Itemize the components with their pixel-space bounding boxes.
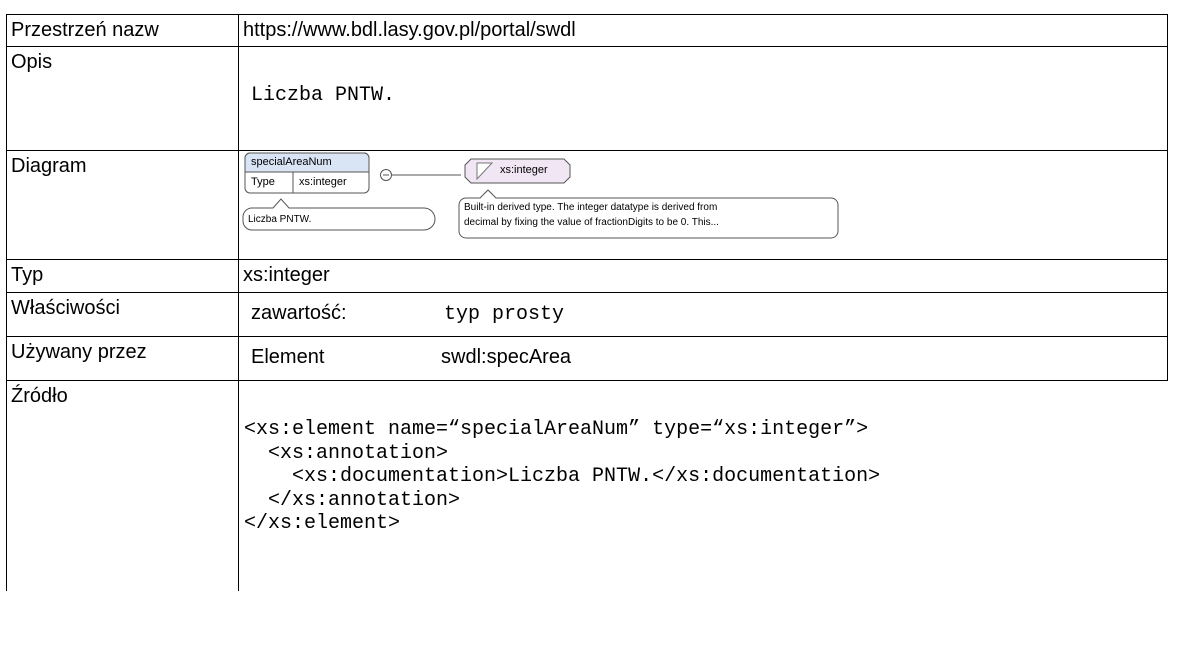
row-description: Opis Liczba PNTW. — [6, 46, 1168, 151]
element-name: specialAreaNum — [251, 156, 332, 168]
used-by-entry: Element swdl:specArea — [239, 337, 1167, 369]
element-type-key: Type — [251, 176, 275, 188]
value-used-by-cell: Element swdl:specArea — [238, 336, 1168, 381]
value-type: xs:integer — [243, 264, 330, 286]
property-value: typ prosty — [444, 303, 565, 326]
label-diagram: Diagram — [6, 150, 239, 260]
element-type-value: xs:integer — [299, 176, 347, 188]
value-source-cell: <xs:element name=“specialAreaNum” type=“… — [238, 380, 1168, 591]
label-used-by: Używany przez — [6, 336, 239, 381]
value-properties-cell: zawartość: typ prosty — [238, 292, 1168, 337]
label-description: Opis — [6, 46, 239, 151]
label-namespace: Przestrzeń nazw — [6, 14, 239, 47]
value-namespace-cell: https://www.bdl.lasy.gov.pl/portal/swdl — [238, 14, 1168, 47]
label-type: Typ — [6, 259, 239, 293]
label-source: Źródło — [6, 380, 239, 591]
property-key: zawartość: — [251, 302, 347, 324]
row-namespace: Przestrzeń nazw https://www.bdl.lasy.gov… — [6, 14, 1168, 47]
source-code: <xs:element name=“specialAreaNum” type=“… — [244, 418, 881, 535]
type-node-label: xs:integer — [500, 164, 548, 176]
value-description: Liczba PNTW. — [251, 84, 396, 107]
element-annotation-text: Liczba PNTW. — [248, 214, 312, 225]
used-by-kind: Element — [251, 346, 325, 368]
value-description-cell: Liczba PNTW. — [238, 46, 1168, 151]
property-entry: zawartość: typ prosty — [239, 293, 1167, 326]
row-source: Źródło <xs:element name=“specialAreaNum”… — [6, 380, 1168, 591]
type-doc-line-1: Built-in derived type. The integer datat… — [464, 202, 718, 213]
value-namespace: https://www.bdl.lasy.gov.pl/portal/swdl — [243, 19, 576, 41]
schema-diagram: specialAreaNum Type xs:integer xs:intege… — [239, 151, 1167, 259]
row-type: Typ xs:integer — [6, 259, 1168, 293]
row-properties: Właściwości zawartość: typ prosty — [6, 292, 1168, 337]
row-diagram: Diagram specialAreaNum Type xs:integer x… — [6, 150, 1168, 260]
clipped-heading — [0, 0, 1200, 8]
type-doc-line-2: decimal by fixing the value of fractionD… — [464, 217, 719, 228]
type-doc-bubble — [458, 189, 839, 239]
schema-element-doc-table: Przestrzeń nazw https://www.bdl.lasy.gov… — [6, 14, 1168, 591]
used-by-ref-link[interactable]: swdl:specArea — [441, 346, 571, 369]
diagram-cell: specialAreaNum Type xs:integer xs:intege… — [238, 150, 1168, 260]
row-used-by: Używany przez Element swdl:specArea — [6, 336, 1168, 381]
label-properties: Właściwości — [6, 292, 239, 337]
value-type-cell: xs:integer — [238, 259, 1168, 293]
